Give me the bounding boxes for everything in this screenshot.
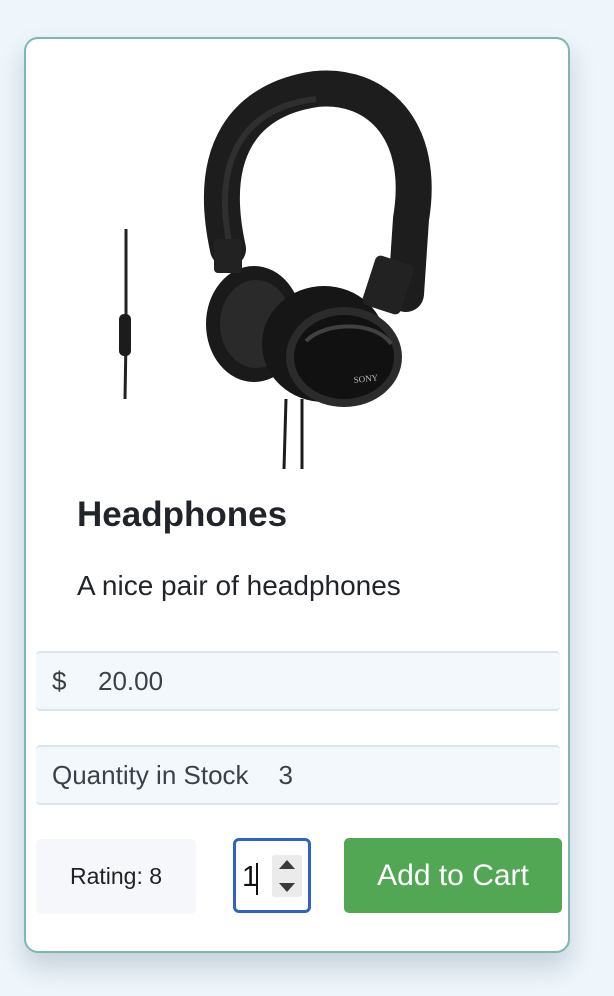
stock-field: Quantity in Stock 3 [36, 745, 560, 805]
rating-badge: Rating: 8 [36, 839, 196, 914]
price-value: 20.00 [98, 665, 164, 696]
rating-text: Rating: 8 [69, 863, 163, 889]
price-field: $ 20.00 [36, 651, 560, 711]
spin-up-icon[interactable] [279, 860, 295, 869]
add-to-cart-button[interactable]: Add to Cart [344, 838, 562, 913]
product-card: SONY Headphones A nice pair of headphone… [24, 37, 570, 953]
stock-value: 3 [278, 759, 294, 790]
stock-label: Quantity in Stock [52, 759, 249, 790]
currency-symbol: $ [52, 665, 67, 696]
quantity-spinner[interactable] [272, 855, 302, 897]
product-title: Headphones [77, 495, 288, 534]
spin-down-icon[interactable] [279, 883, 295, 892]
quantity-stepper[interactable]: 1 [233, 838, 311, 913]
headphones-image-graphic: SONY [119, 70, 432, 470]
text-caret [256, 863, 258, 895]
product-description: A nice pair of headphones [77, 570, 401, 601]
headphones-image: SONY [106, 59, 436, 479]
